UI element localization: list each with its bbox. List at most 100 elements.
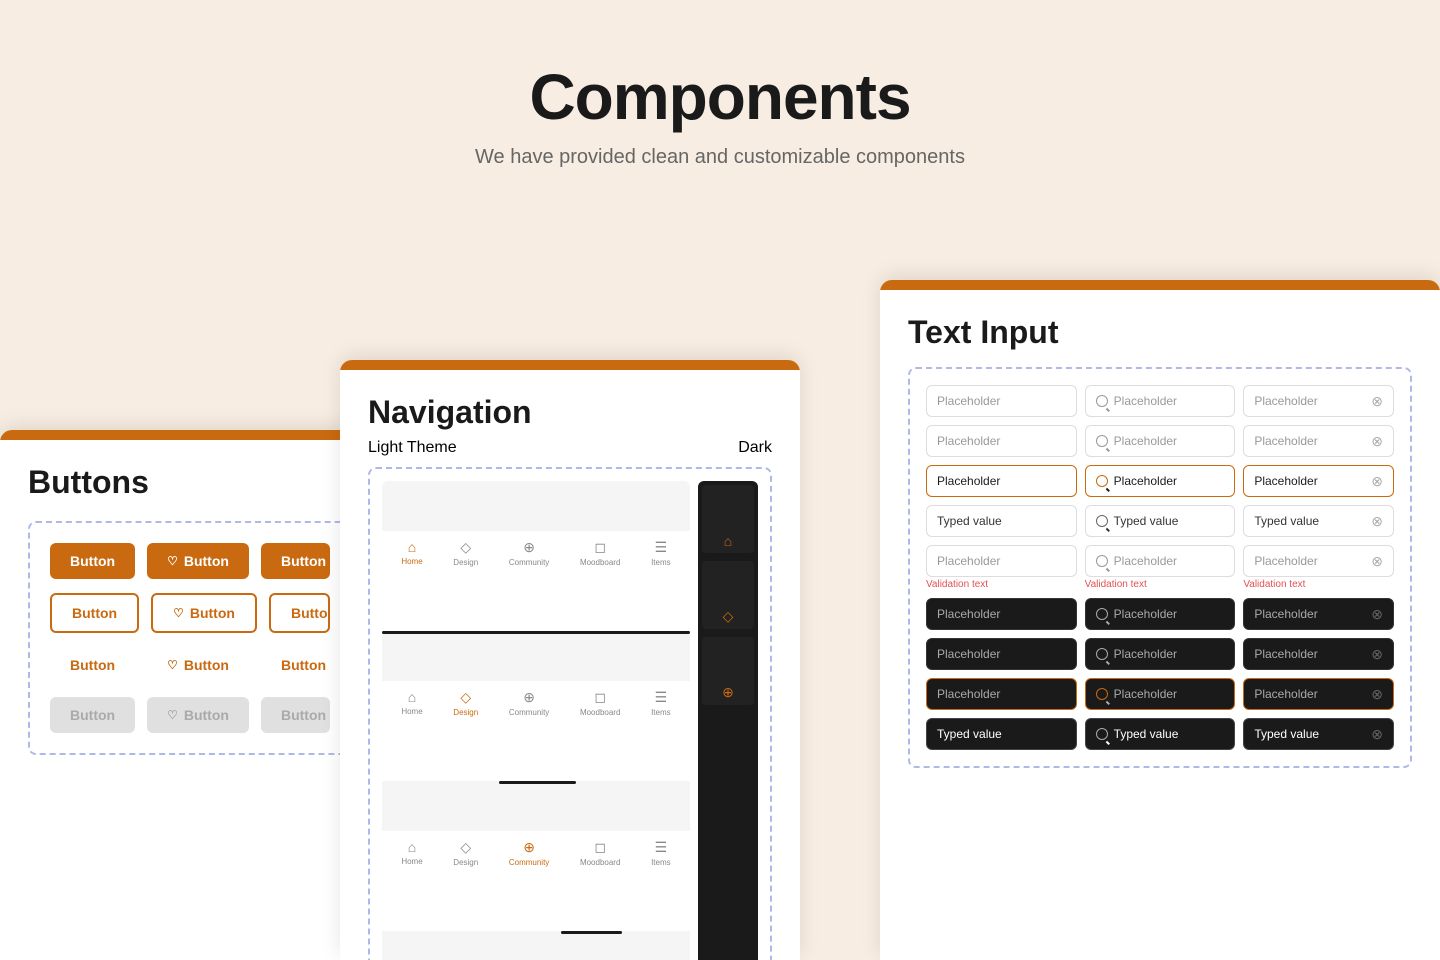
clear-icon-8[interactable]: ⊗ <box>1371 687 1383 701</box>
input-clearable-default[interactable]: Placeholder ⊗ <box>1243 385 1394 417</box>
nav-item-design-2[interactable]: ◇ Design <box>453 689 478 717</box>
clear-icon-3[interactable]: ⊗ <box>1371 474 1383 488</box>
input-search-typed[interactable]: Typed value <box>1085 505 1236 537</box>
input-clearable-dark2-text: Placeholder <box>1254 647 1317 661</box>
nav-demo-section: ⌂ Home ◇ Design ⊕ Community <box>368 467 772 960</box>
clear-icon-5[interactable]: ⊗ <box>1371 554 1383 568</box>
btn-outline-1[interactable]: Button <box>50 593 139 633</box>
nav-bar-1: ⌂ Home ◇ Design ⊕ Community <box>382 531 690 573</box>
btn-disabled-icon: Button <box>147 697 249 733</box>
input-clearable-typed[interactable]: Typed value ⊗ <box>1243 505 1394 537</box>
btn-ghost-partial[interactable]: Button <box>261 647 330 683</box>
input-plain-default[interactable]: Placeholder <box>926 385 1077 417</box>
light-theme-label: Light Theme <box>368 439 457 457</box>
page-title: Components <box>0 60 1440 134</box>
input-group-clearable-focused: Placeholder ⊗ <box>1243 465 1394 497</box>
nav-item-moodboard[interactable]: ◻ Moodboard <box>580 539 620 567</box>
input-search-dark-typed[interactable]: Typed value <box>1085 718 1236 750</box>
input-clearable-dark[interactable]: Placeholder ⊗ <box>1243 598 1394 630</box>
input-plain-dark-typed[interactable]: Typed value <box>926 718 1077 750</box>
input-plain-focused[interactable]: Placeholder <box>926 465 1077 497</box>
nav-demo-moodboard: ⌂ Home ◇ Design ⊕ Community <box>382 887 690 960</box>
input-plain-error[interactable]: Placeholder <box>926 545 1077 577</box>
btn-outline-partial[interactable]: Button <box>269 593 330 633</box>
buttons-card: Buttons Button Button Button Button Butt… <box>0 430 380 960</box>
nav-item-moodboard-2[interactable]: ◻ Moodboard <box>580 689 620 717</box>
input-clearable-dark-focused-text: Placeholder <box>1254 687 1317 701</box>
input-plain-dark2[interactable]: Placeholder <box>926 638 1077 670</box>
input-group-plain-dark2: Placeholder <box>926 638 1077 670</box>
nav-item-community-3[interactable]: ⊕ Community <box>509 839 549 867</box>
input-clearable-error[interactable]: Placeholder ⊗ <box>1243 545 1394 577</box>
search-icon-5 <box>1096 555 1108 567</box>
input-plain-dark-focused[interactable]: Placeholder <box>926 678 1077 710</box>
input-clearable-focused-text: Placeholder <box>1254 474 1317 488</box>
input-plain-dark[interactable]: Placeholder <box>926 598 1077 630</box>
nav-content-3 <box>382 781 690 831</box>
nav-item-moodboard-3[interactable]: ◻ Moodboard <box>580 839 620 867</box>
input-clearable-dark-typed[interactable]: Typed value ⊗ <box>1243 718 1394 750</box>
page-subtitle: We have provided clean and customizable … <box>0 146 1440 169</box>
buttons-card-title: Buttons <box>28 464 352 501</box>
clear-icon-7[interactable]: ⊗ <box>1371 647 1383 661</box>
input-plain-default2[interactable]: Placeholder <box>926 425 1077 457</box>
nav-item-design-3[interactable]: ◇ Design <box>453 839 478 867</box>
btn-primary-partial[interactable]: Button <box>261 543 330 579</box>
textinput-card: Text Input Placeholder Placeholder <box>880 280 1440 960</box>
input-search-default2-text: Placeholder <box>1114 434 1177 448</box>
input-group-search-dark-typed: Typed value <box>1085 718 1236 750</box>
input-group-search-dark: Placeholder <box>1085 598 1236 630</box>
input-search-default2[interactable]: Placeholder <box>1085 425 1236 457</box>
clear-icon-2[interactable]: ⊗ <box>1371 434 1383 448</box>
input-search-error[interactable]: Placeholder <box>1085 545 1236 577</box>
btn-outline-icon[interactable]: Button <box>151 593 257 633</box>
search-icon-1 <box>1096 395 1108 407</box>
clear-icon-6[interactable]: ⊗ <box>1371 607 1383 621</box>
dark-nav-1: ⌂ <box>702 485 754 553</box>
input-clearable-typed-text: Typed value <box>1254 514 1319 528</box>
input-clearable-default-text: Placeholder <box>1254 394 1317 408</box>
clear-icon-4[interactable]: ⊗ <box>1371 514 1383 528</box>
nav-item-community[interactable]: ⊕ Community <box>509 539 549 567</box>
input-plain-typed-text: Typed value <box>937 514 1002 528</box>
nav-item-home[interactable]: ⌂ Home <box>401 539 422 567</box>
input-group-search-typed: Typed value <box>1085 505 1236 537</box>
nav-item-home-2[interactable]: ⌂ Home <box>401 689 422 717</box>
nav-content-2 <box>382 631 690 681</box>
input-search-dark2[interactable]: Placeholder <box>1085 638 1236 670</box>
navigation-card-title: Navigation <box>368 394 772 431</box>
nav-item-community-2[interactable]: ⊕ Community <box>509 689 549 717</box>
theme-labels: Light Theme Dark <box>368 439 772 457</box>
input-clearable-default2-text: Placeholder <box>1254 434 1317 448</box>
btn-row-disabled: Button Button Button <box>50 697 330 733</box>
input-grid: Placeholder Placeholder Placeholder ⊗ <box>926 385 1394 750</box>
btn-row-ghost: Button Button Button <box>50 647 330 683</box>
search-icon-3 <box>1096 475 1108 487</box>
nav-item-design[interactable]: ◇ Design <box>453 539 478 567</box>
input-search-focused[interactable]: Placeholder <box>1085 465 1236 497</box>
btn-ghost-1[interactable]: Button <box>50 647 135 683</box>
btn-primary-icon[interactable]: Button <box>147 543 249 579</box>
buttons-card-topbar <box>0 430 380 440</box>
nav-item-items-2[interactable]: ☰ Items <box>651 689 671 717</box>
nav-item-items[interactable]: ☰ Items <box>651 539 671 567</box>
input-clearable-focused[interactable]: Placeholder ⊗ <box>1243 465 1394 497</box>
input-clearable-dark-focused[interactable]: Placeholder ⊗ <box>1243 678 1394 710</box>
input-clearable-default2[interactable]: Placeholder ⊗ <box>1243 425 1394 457</box>
nav-item-items-3[interactable]: ☰ Items <box>651 839 671 867</box>
nav-item-home-3[interactable]: ⌂ Home <box>401 839 422 867</box>
input-plain-typed[interactable]: Typed value <box>926 505 1077 537</box>
input-plain-error-text: Placeholder <box>937 554 1000 568</box>
input-group-clearable-dark2: Placeholder ⊗ <box>1243 638 1394 670</box>
input-plain-dark-typed-text: Typed value <box>937 727 1002 741</box>
btn-primary-1[interactable]: Button <box>50 543 135 579</box>
dark-nav-2: ◇ <box>702 561 754 629</box>
input-search-dark-focused[interactable]: Placeholder <box>1085 678 1236 710</box>
input-search-dark[interactable]: Placeholder <box>1085 598 1236 630</box>
clear-icon-1[interactable]: ⊗ <box>1371 394 1383 408</box>
input-clearable-dark2[interactable]: Placeholder ⊗ <box>1243 638 1394 670</box>
btn-ghost-icon[interactable]: Button <box>147 647 249 683</box>
clear-icon-9[interactable]: ⊗ <box>1371 727 1383 741</box>
btn-disabled-1: Button <box>50 697 135 733</box>
input-search-default[interactable]: Placeholder <box>1085 385 1236 417</box>
